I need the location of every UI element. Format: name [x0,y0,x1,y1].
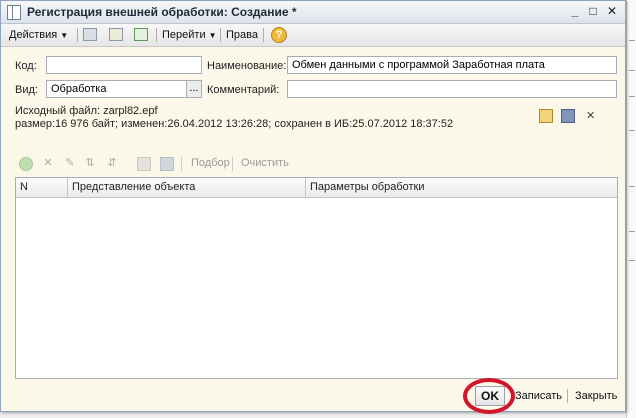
help-icon[interactable]: ? [271,27,287,43]
sort-ascending-icon[interactable]: ⇅ [83,157,97,171]
code-label: Код: [15,60,37,72]
open-icon[interactable] [137,157,151,171]
comment-label: Комментарий: [207,84,280,96]
close-button[interactable]: Закрыть [575,390,617,402]
open-folder-icon[interactable] [539,109,553,123]
form-icon [7,5,21,20]
goto-label: Перейти [162,29,206,41]
dropdown-arrow-icon: ▼ [208,31,217,40]
window-title: Регистрация внешней обработки: Создание … [27,5,297,19]
save-icon[interactable] [160,157,174,171]
table-toolbar: ✕ ✎ ⇅ ⇵ Подбор Очистить [11,153,617,175]
title-bar: Регистрация внешней обработки: Создание … [1,1,625,24]
save-button[interactable]: Записать [515,390,562,402]
kind-label: Вид: [15,84,38,96]
name-label: Наименование: [207,60,287,72]
column-header-object[interactable]: Представление объекта [68,178,306,197]
toolbar-divider [181,157,182,171]
highlight-circle [463,378,515,414]
toolbar-divider [263,28,264,42]
goto-menu[interactable]: Перейти ▼ [162,24,217,46]
background-window-edge [626,0,636,418]
close-window-button[interactable]: ✕ [604,4,620,19]
actions-label: Действия [9,29,58,41]
kind-field[interactable]: Обработка [46,80,187,98]
sort-descending-icon[interactable]: ⇵ [105,157,119,171]
actions-menu[interactable]: Действия ▼ [9,24,68,46]
computer-icon[interactable] [83,28,97,41]
maximize-button[interactable]: □ [585,4,601,19]
column-header-parameters[interactable]: Параметры обработки [306,178,617,197]
main-toolbar: Действия ▼ Перейти ▼ Права ? [1,24,625,47]
footer-divider [567,389,568,403]
toolbar-divider [156,28,157,42]
objects-table[interactable]: N Представление объекта Параметры обрабо… [15,177,618,379]
source-file-text: Исходный файл: zarpl82.epf [15,105,158,117]
name-field[interactable]: Обмен данными с программой Заработная пл… [287,56,617,74]
clear-file-icon[interactable]: ✕ [586,109,595,122]
delete-row-icon[interactable]: ✕ [41,157,55,171]
dialog-window: Регистрация внешней обработки: Создание … [0,0,626,414]
clear-button[interactable]: Очистить [241,157,289,169]
rights-button[interactable]: Права [226,24,258,46]
dropdown-arrow-icon: ▼ [60,31,69,40]
comment-field[interactable] [287,80,617,98]
save-disk-icon[interactable] [561,109,575,123]
document-icon[interactable] [109,28,123,41]
code-field[interactable] [46,56,202,74]
toolbar-divider [77,28,78,42]
file-info-text: размер:16 976 байт; изменен:26.04.2012 1… [15,118,454,130]
table-header: N Представление объекта Параметры обрабо… [16,178,617,198]
column-header-number[interactable]: N [16,178,68,197]
edit-row-icon[interactable]: ✎ [63,157,77,171]
add-row-icon[interactable] [19,157,33,171]
kind-select-button[interactable]: ... [186,80,202,98]
toolbar-divider [232,157,233,171]
toolbar-divider [220,28,221,42]
minimize-button[interactable]: _ [567,4,583,19]
add-copy-icon[interactable] [134,28,148,41]
select-button[interactable]: Подбор [191,157,230,169]
